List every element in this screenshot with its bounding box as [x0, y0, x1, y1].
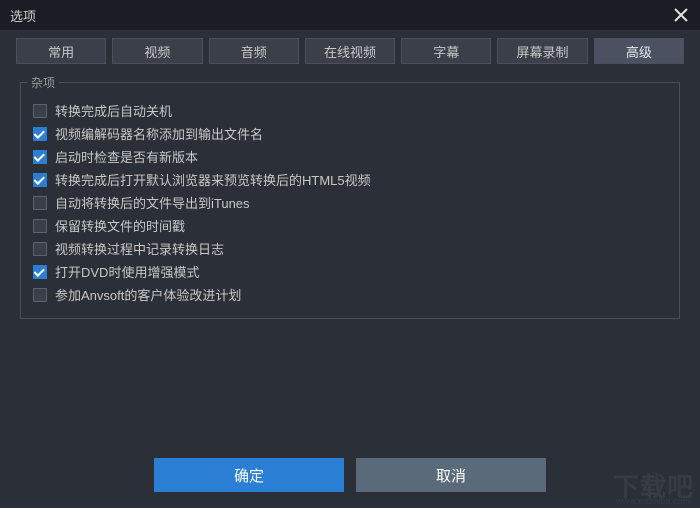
checkbox-icon — [33, 242, 47, 256]
check-keep-timestamp[interactable]: 保留转换文件的时间戳 — [33, 214, 667, 237]
check-update[interactable]: 启动时检查是否有新版本 — [33, 145, 667, 168]
close-button[interactable] — [662, 0, 700, 30]
check-html5-preview[interactable]: 转换完成后打开默认浏览器来预览转换后的HTML5视频 — [33, 168, 667, 191]
misc-group: 杂项 转换完成后自动关机 视频编解码器名称添加到输出文件名 启动时检查是否有新版… — [20, 82, 680, 319]
checkbox-icon — [33, 150, 47, 164]
title-bar: 选项 — [0, 0, 700, 30]
checkbox-icon — [33, 265, 47, 279]
misc-legend: 杂项 — [27, 74, 59, 91]
check-label: 视频编解码器名称添加到输出文件名 — [55, 124, 263, 143]
checkbox-icon — [33, 288, 47, 302]
tab-online-video[interactable]: 在线视频 — [305, 38, 395, 64]
tab-screen-record[interactable]: 屏幕录制 — [497, 38, 587, 64]
dialog-buttons: 确定 取消 — [0, 458, 700, 492]
checkbox-icon — [33, 127, 47, 141]
check-auto-shutdown[interactable]: 转换完成后自动关机 — [33, 99, 667, 122]
cancel-button[interactable]: 取消 — [356, 458, 546, 492]
check-label: 参加Anvsoft的客户体验改进计划 — [55, 285, 241, 304]
watermark-url: www.xiazaiba.com — [616, 496, 690, 506]
checkbox-icon — [33, 173, 47, 187]
checkbox-icon — [33, 104, 47, 118]
tab-video[interactable]: 视频 — [112, 38, 202, 64]
checkbox-icon — [33, 196, 47, 210]
tab-bar: 常用 视频 音频 在线视频 字幕 屏幕录制 高级 — [0, 30, 700, 68]
tab-advanced[interactable]: 高级 — [594, 38, 684, 64]
check-label: 启动时检查是否有新版本 — [55, 147, 198, 166]
check-cep[interactable]: 参加Anvsoft的客户体验改进计划 — [33, 283, 667, 306]
tab-audio[interactable]: 音频 — [209, 38, 299, 64]
check-label: 打开DVD时使用增强模式 — [55, 262, 199, 281]
check-codec-filename[interactable]: 视频编解码器名称添加到输出文件名 — [33, 122, 667, 145]
ok-button[interactable]: 确定 — [154, 458, 344, 492]
check-label: 保留转换文件的时间戳 — [55, 216, 185, 235]
tab-subtitle[interactable]: 字幕 — [401, 38, 491, 64]
check-itunes-export[interactable]: 自动将转换后的文件导出到iTunes — [33, 191, 667, 214]
check-dvd-enhanced[interactable]: 打开DVD时使用增强模式 — [33, 260, 667, 283]
check-label: 视频转换过程中记录转换日志 — [55, 239, 224, 258]
check-log[interactable]: 视频转换过程中记录转换日志 — [33, 237, 667, 260]
check-label: 转换完成后自动关机 — [55, 101, 172, 120]
close-icon — [673, 7, 689, 23]
check-label: 自动将转换后的文件导出到iTunes — [55, 193, 250, 212]
check-label: 转换完成后打开默认浏览器来预览转换后的HTML5视频 — [55, 170, 371, 189]
tab-general[interactable]: 常用 — [16, 38, 106, 64]
checkbox-icon — [33, 219, 47, 233]
window-title: 选项 — [10, 6, 36, 25]
